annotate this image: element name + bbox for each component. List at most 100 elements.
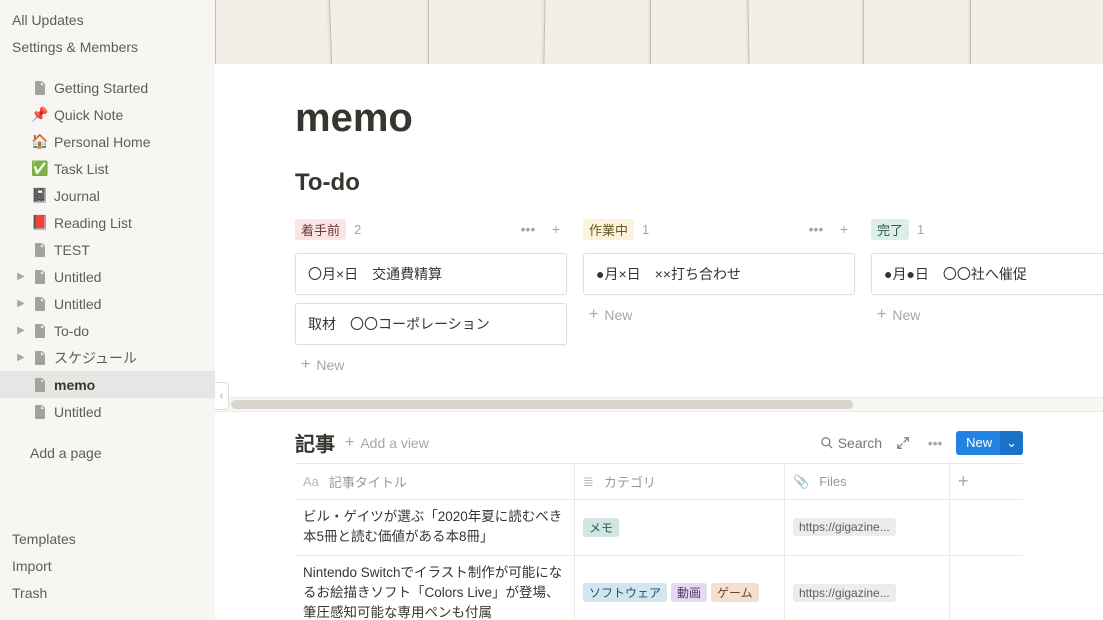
add-page[interactable]: Add a page [0,439,215,466]
horizontal-scrollbar[interactable] [215,397,1103,412]
sidebar-page[interactable]: 📓Journal [0,182,215,209]
page-title[interactable]: memo [295,96,1023,141]
category-chip[interactable]: メモ [583,518,619,537]
sidebar: All UpdatesSettings & Members Getting St… [0,0,215,620]
page-icon: 📌 [30,106,50,123]
board-column: 着手前 2 ••• + 〇月×日 交通費精算取材 〇〇コーポレーション +New [295,215,567,377]
cover-image[interactable] [215,0,1103,64]
caret-icon[interactable]: ▶ [12,352,30,363]
board-column: 作業中 1 ••• + ●月×日 ××打ち合わせ +New [583,215,855,377]
status-tag[interactable]: 完了 [871,219,909,240]
status-tag[interactable]: 着手前 [295,219,346,240]
file-link[interactable]: https://gigazine... [793,584,896,602]
todo-heading[interactable]: To-do [295,169,1023,197]
page-icon: 📕 [30,214,50,231]
plus-icon[interactable]: + [545,218,567,240]
category-chip[interactable]: ゲーム [711,583,759,602]
caret-icon[interactable]: ▶ [12,298,30,309]
page-icon: 🏠 [30,133,50,150]
column-header-title[interactable]: Aa記事タイトル [295,464,575,499]
board-card[interactable]: ●月●日 〇〇社へ催促 [871,253,1103,295]
sidebar-page[interactable]: 📌Quick Note [0,101,215,128]
sidebar-page-label: Getting Started [54,80,148,96]
page-icon [30,323,50,339]
caret-icon[interactable]: ▶ [12,271,30,282]
sidebar-page[interactable]: 📕Reading List [0,209,215,236]
new-card-button[interactable]: +New [295,353,567,377]
sidebar-page-label: Task List [54,161,108,177]
sidebar-page-label: Personal Home [54,134,151,150]
sidebar-collapse-handle[interactable]: ‹ [215,382,229,410]
sidebar-link[interactable]: All Updates [0,6,215,33]
new-button[interactable]: New⌄ [956,431,1023,455]
sidebar-footer-link[interactable]: Import [0,552,215,579]
caret-icon[interactable]: ▶ [12,325,30,336]
sidebar-page-label: Reading List [54,215,132,231]
row-title[interactable]: Nintendo Switchでイラスト制作が可能になるお絵描きソフト「Colo… [303,563,566,620]
add-column-button[interactable]: + [950,464,1023,499]
column-count: 1 [642,222,649,237]
column-header-category[interactable]: ≣カテゴリ [575,464,785,499]
board: 着手前 2 ••• + 〇月×日 交通費精算取材 〇〇コーポレーション +New 作業中 1 •… [295,215,1023,377]
search-button[interactable]: Search [820,435,882,451]
row-title[interactable]: ビル・ゲイツが選ぶ「2020年夏に読むべき本5冊と読む価値がある本8冊」 [303,507,566,548]
sidebar-page[interactable]: Untitled [0,398,215,425]
page-icon [30,242,50,258]
page-icon: ✅ [30,160,50,177]
category-chip[interactable]: ソフトウェア [583,583,667,602]
sidebar-page-label: TEST [54,242,90,258]
column-header-files[interactable]: 📎Files [785,464,950,499]
board-card[interactable]: 〇月×日 交通費精算 [295,253,567,295]
page-icon [30,377,50,393]
page-icon [30,269,50,285]
more-icon[interactable]: ••• [924,432,946,454]
page-icon: 📓 [30,187,50,204]
sidebar-page-label: Quick Note [54,107,123,123]
sidebar-footer-link[interactable]: Templates [0,525,215,552]
column-count: 2 [354,222,361,237]
files-cell[interactable]: https://gigazine... [785,556,950,620]
database-header: 記事 +Add a view Search ••• New⌄ [295,428,1023,457]
add-view-button[interactable]: +Add a view [345,434,429,452]
sidebar-page[interactable]: 🏠Personal Home [0,128,215,155]
sidebar-page[interactable]: ▶ Untitled [0,290,215,317]
page-icon [30,350,50,366]
more-icon[interactable]: ••• [805,218,827,240]
file-link[interactable]: https://gigazine... [793,518,896,536]
main: ‹ memo To-do 着手前2•••+〇月×日 交通費精算取材 〇〇コーポレ… [215,0,1103,620]
sidebar-page[interactable]: ▶ To-do [0,317,215,344]
table-row[interactable]: Nintendo Switchでイラスト制作が可能になるお絵描きソフト「Colo… [295,556,1023,620]
category-cell[interactable]: ソフトウェア動画ゲーム [575,556,785,620]
new-card-button[interactable]: +New [583,303,855,327]
sidebar-page[interactable]: Getting Started [0,74,215,101]
sidebar-page[interactable]: memo [0,371,215,398]
sidebar-link[interactable]: Settings & Members [0,33,215,60]
expand-icon[interactable] [892,432,914,454]
database-title[interactable]: 記事 [295,428,335,457]
sidebar-page[interactable]: TEST [0,236,215,263]
sidebar-page-label: Untitled [54,296,101,312]
sidebar-footer-link[interactable]: Trash [0,579,215,606]
board-card[interactable]: ●月×日 ××打ち合わせ [583,253,855,295]
status-tag[interactable]: 作業中 [583,219,634,240]
page-icon [30,80,50,96]
sidebar-page-label: Journal [54,188,100,204]
table-row[interactable]: ビル・ゲイツが選ぶ「2020年夏に読むべき本5冊と読む価値がある本8冊」メモ ht… [295,500,1023,556]
board-card[interactable]: 取材 〇〇コーポレーション [295,303,567,345]
sidebar-page-label: スケジュール [54,348,137,368]
sidebar-page-label: memo [54,377,95,393]
sidebar-page[interactable]: ✅Task List [0,155,215,182]
sidebar-page[interactable]: ▶ Untitled [0,263,215,290]
sidebar-page-label: Untitled [54,269,101,285]
more-icon[interactable]: ••• [517,218,539,240]
chevron-down-icon[interactable]: ⌄ [1000,431,1023,455]
category-cell[interactable]: メモ [575,500,785,555]
new-card-button[interactable]: +New [871,303,1103,327]
plus-icon[interactable]: + [833,218,855,240]
sidebar-page[interactable]: ▶ スケジュール [0,344,215,371]
sidebar-page-label: Untitled [54,404,101,420]
files-cell[interactable]: https://gigazine... [785,500,950,555]
board-column: 完了1•••●月●日 〇〇社へ催促+New [871,215,1103,377]
sidebar-page-label: To-do [54,323,89,339]
category-chip[interactable]: 動画 [671,583,707,602]
